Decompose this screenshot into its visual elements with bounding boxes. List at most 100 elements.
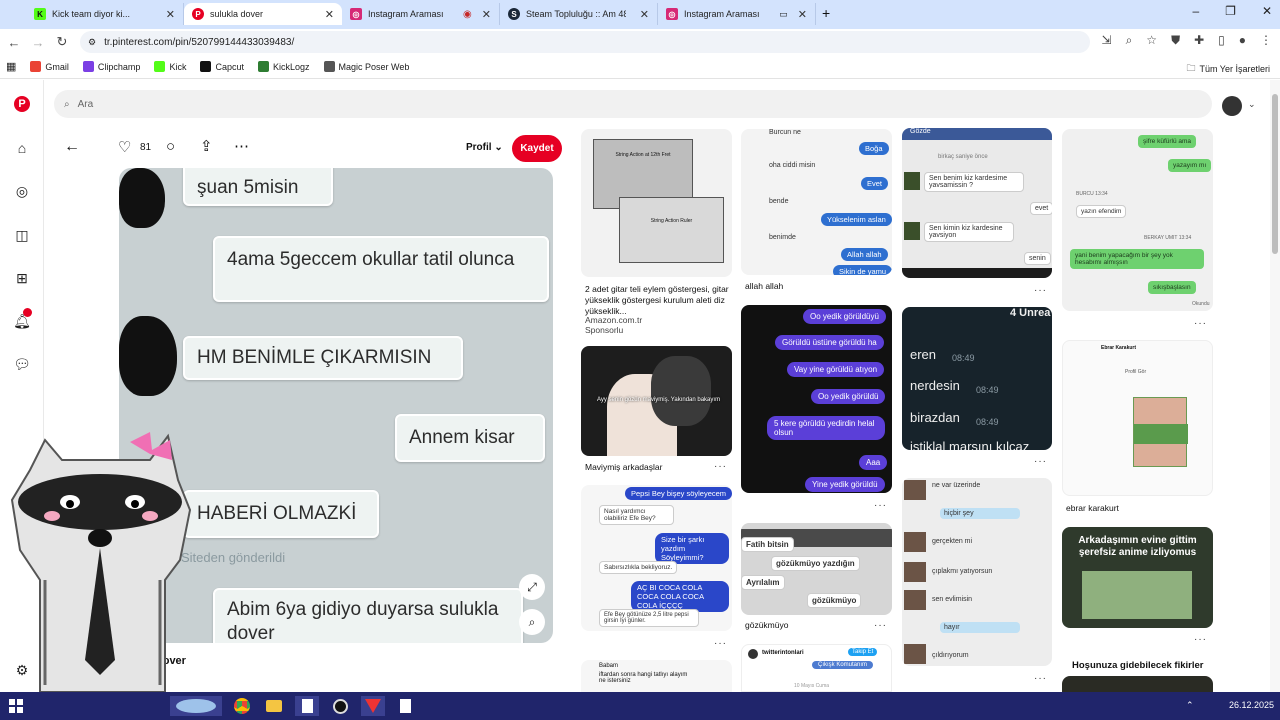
obs-icon[interactable]	[328, 696, 352, 716]
profile-dropdown[interactable]: Profil ⌄	[466, 142, 503, 153]
skin-body	[1134, 424, 1188, 444]
puzzle-icon[interactable]: ✚	[1194, 33, 1204, 48]
tab-pinterest[interactable]: P sulukla dover ✕	[184, 3, 342, 25]
pin-card-anime[interactable]: Ayy senin gözün maviymiş. Yakından bakay…	[581, 346, 732, 456]
address-bar[interactable]: ⚙ tr.pinterest.com/pin/52079914443303948…	[80, 31, 1090, 53]
pin-card-green-chat[interactable]: şifre küfürlü ama yazayım mı BURCU 13:34…	[1062, 129, 1213, 311]
tray-chevron-up-icon[interactable]: ⌃	[1186, 700, 1194, 711]
install-app-icon[interactable]: ⇲	[1102, 33, 1112, 48]
close-tab-icon[interactable]: ✕	[482, 8, 491, 21]
messages-icon[interactable]: 💬︎	[12, 354, 32, 374]
bookmark-magicposer[interactable]: Magic Poser Web	[323, 61, 409, 72]
bookmark-kick[interactable]: Kick	[154, 61, 186, 72]
windows-start-icon[interactable]	[4, 696, 28, 716]
pin-card-partial[interactable]	[1062, 676, 1213, 692]
close-window-icon[interactable]: ✕	[1262, 4, 1272, 18]
more-options-icon[interactable]: ···	[1034, 285, 1047, 296]
app-icon[interactable]	[361, 696, 385, 716]
bookmark-kicklogz[interactable]: KickLogz	[258, 61, 310, 72]
chrome-icon[interactable]	[230, 696, 254, 716]
taskbar-clock[interactable]: 26.12.2025	[1229, 700, 1274, 710]
pin-card-burcun-chat[interactable]: Burcun ne Boğa oha ciddi misin Evet bend…	[741, 129, 892, 275]
bookmark-clipchamp[interactable]: Clipchamp	[82, 61, 140, 72]
pin-card-twitter[interactable]: twitterintonlari Takip Et Çıkışk Komutan…	[741, 644, 892, 692]
reload-icon[interactable]: ↻	[50, 34, 74, 50]
site-info-icon[interactable]: ⚙	[88, 37, 96, 48]
close-tab-icon[interactable]: ✕	[640, 8, 649, 21]
search-input[interactable]: Ara	[78, 99, 94, 110]
widgets-icon[interactable]	[170, 696, 222, 716]
new-tab-button[interactable]: +	[822, 5, 830, 21]
restore-icon[interactable]: ❐	[1225, 4, 1236, 18]
avatar[interactable]	[1222, 96, 1242, 116]
search-bar[interactable]: ⌕ Ara	[54, 90, 1212, 118]
close-tab-icon[interactable]: ✕	[166, 8, 175, 21]
more-options-icon[interactable]: ···	[714, 638, 727, 649]
bookmark-capcut[interactable]: Capcut	[200, 61, 244, 72]
close-tab-icon[interactable]: ✕	[798, 8, 807, 21]
zoom-icon[interactable]: ⌕	[1126, 33, 1133, 48]
forward-icon[interactable]: →	[26, 35, 50, 50]
more-options-icon[interactable]: ⋯	[234, 137, 249, 155]
create-icon[interactable]: ⊞	[12, 268, 32, 288]
heart-icon[interactable]: ♡	[118, 138, 131, 156]
more-options-icon[interactable]: ···	[1034, 673, 1047, 684]
tab-instagram-1[interactable]: ◎ Instagram Araması ◉ ✕	[342, 3, 500, 25]
more-options-icon[interactable]: ···	[874, 500, 887, 511]
chat-message: sen evlimisin	[932, 596, 973, 603]
home-icon[interactable]: ⌂	[12, 138, 32, 158]
visual-search-icon[interactable]: ⌕	[519, 609, 545, 635]
tab-title: Instagram Araması	[684, 9, 760, 19]
file-explorer-icon[interactable]	[262, 696, 286, 716]
back-arrow-icon[interactable]: ←	[64, 138, 80, 156]
minimize-icon[interactable]: –	[1192, 4, 1199, 18]
tab-steam[interactable]: S Steam Topluluğu :: Am 48 year... ✕	[500, 3, 658, 25]
boards-icon[interactable]: ◫	[12, 225, 32, 245]
chat-sender: BURCU 13:34	[1076, 191, 1108, 197]
pin-card-dark-chat[interactable]: 4 Unrea eren 08:49 nerdesin 08:49 birazd…	[902, 307, 1052, 450]
document-icon[interactable]	[393, 696, 417, 716]
pin-card-gozde[interactable]: Gözde birkaç saniye önce Sen benim kiz k…	[902, 128, 1052, 278]
chat-message: Size bir şarkı yazdım Söyleyimmi?	[655, 533, 729, 564]
page-scrollbar[interactable]	[1270, 80, 1280, 692]
all-bookmarks[interactable]: 🗀 Tüm Yer İşaretleri	[1186, 61, 1270, 77]
more-options-icon[interactable]: ···	[1194, 634, 1207, 645]
profile-icon[interactable]: ●	[1239, 33, 1246, 48]
pin-card-fatih[interactable]: Fatih bitsin gözükmüyo yazdığın Ayrılalı…	[741, 523, 892, 615]
share-icon[interactable]: ⇪	[200, 137, 213, 155]
more-options-icon[interactable]: ···	[874, 620, 887, 631]
comment-icon[interactable]: ○	[166, 138, 175, 155]
chat-message: gözükmüyo	[807, 593, 862, 608]
notifications-icon[interactable]: 🔔︎	[12, 308, 32, 331]
pin-card-purple-chat[interactable]: Oo yedik görüldüyü Görüldü üstüne görüld…	[741, 305, 892, 493]
chat-message: Çıkışk Komutanım	[812, 661, 874, 669]
chat-message: Sikin de yamu	[833, 265, 892, 275]
pin-card-babam[interactable]: Babam iftardan sonra hangi tatlıyı alayı…	[581, 660, 732, 692]
menu-icon[interactable]: ⋮	[1260, 33, 1272, 48]
extension-icon[interactable]: ⛊	[1171, 33, 1180, 48]
pin-card-minecraft[interactable]: Ebrar Karakurt Profil Gör	[1062, 340, 1213, 496]
account-chevron-down-icon[interactable]: ⌄	[1248, 99, 1256, 110]
pin-card-pepsi[interactable]: Pepsi Bey bişey söyleyecem Nasıl yardımc…	[581, 485, 732, 631]
pin-card-anime-friend[interactable]: Arkadaşımın evine gittim şerefsiz anime …	[1062, 527, 1213, 628]
pinterest-logo-icon[interactable]: P	[12, 94, 32, 114]
apps-icon[interactable]: ▦	[6, 60, 16, 73]
more-options-icon[interactable]: ···	[714, 461, 727, 472]
bookmark-star-icon[interactable]: ☆	[1146, 33, 1157, 48]
save-button[interactable]: Kaydet	[512, 135, 562, 162]
twitter-handle: twitterintonlari	[762, 650, 804, 656]
back-icon[interactable]: ←	[2, 35, 26, 50]
notepad-icon[interactable]	[295, 696, 319, 716]
sidepanel-icon[interactable]: ▯	[1218, 33, 1225, 48]
close-tab-icon[interactable]: ✕	[325, 8, 334, 21]
explore-icon[interactable]: ◎	[12, 181, 32, 201]
expand-icon[interactable]: ⤢	[519, 574, 545, 600]
bookmark-gmail[interactable]: Gmail	[30, 61, 69, 72]
pin-card-guitar-gauge[interactable]: String Action at 12th Fret String Action…	[581, 129, 732, 277]
pin-card-hicbir[interactable]: ne var üzerinde hiçbir şey gerçekten mi …	[902, 478, 1052, 666]
tab-instagram-2[interactable]: ◎ Instagram Araması ▭ ✕	[658, 3, 816, 25]
more-options-icon[interactable]: ···	[1194, 318, 1207, 329]
more-options-icon[interactable]: ···	[1034, 456, 1047, 467]
tab-kick[interactable]: K Kick team diyor ki... ✕	[26, 3, 184, 25]
scrollbar-thumb[interactable]	[1272, 94, 1278, 254]
